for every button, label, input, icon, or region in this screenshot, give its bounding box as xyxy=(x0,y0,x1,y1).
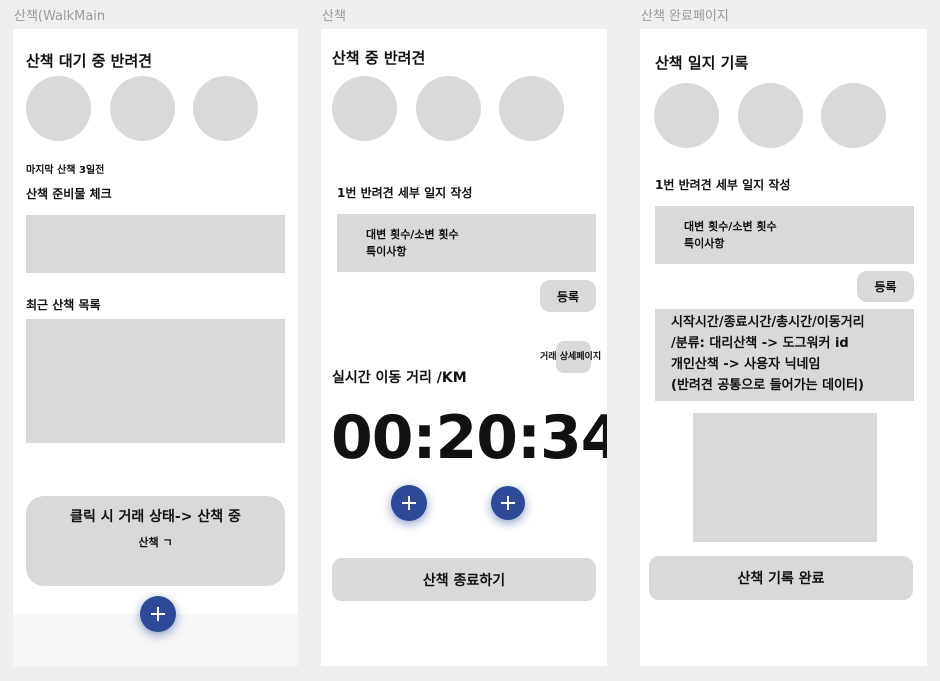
walk-timer: 00:20:34 xyxy=(331,403,607,473)
summary-line-3: 개인산책 -> 사용자 닉네임 xyxy=(671,357,821,372)
add-button-1[interactable] xyxy=(391,485,427,521)
dog-avatar-2[interactable] xyxy=(738,83,803,148)
plus-icon xyxy=(501,496,515,510)
summary-line-4: (반려견 공통으로 들어가는 데이터) xyxy=(671,378,864,393)
log-heading: 1번 반려견 세부 일지 작성 xyxy=(655,178,791,192)
dog-avatar-3[interactable] xyxy=(499,76,564,141)
walk-summary-box: 시작시간/종료시간/총시간/이동거리 /분류: 대리산책 -> 도그워커 id … xyxy=(655,309,914,401)
prep-check-box[interactable] xyxy=(26,215,285,273)
dog-avatar-2[interactable] xyxy=(110,76,175,141)
prep-check-heading: 산책 준비물 체크 xyxy=(26,187,112,201)
register-button[interactable]: 등록 xyxy=(857,271,914,302)
add-button-2[interactable] xyxy=(491,486,525,520)
dog-avatar-1[interactable] xyxy=(654,83,719,148)
page-title: 산책 일지 기록 xyxy=(655,54,749,72)
log-line-1: 대변 횟수/소변 횟수 xyxy=(684,220,777,233)
dog-avatar-1[interactable] xyxy=(332,76,397,141)
distance-label: 실시간 이동 거리 /KM xyxy=(332,370,467,386)
trade-detail-link[interactable]: 거래 상세페이지 xyxy=(540,349,601,362)
page-title: 산책 대기 중 반려견 xyxy=(26,52,153,70)
dog-avatar-3[interactable] xyxy=(821,83,886,148)
frame-label-walk-main: 산책(WalkMain xyxy=(14,9,106,24)
add-button[interactable] xyxy=(140,596,176,632)
start-walk-card-line2: 산책 ㄱ xyxy=(138,536,173,549)
log-line-2: 특이사항 xyxy=(366,245,407,258)
start-walk-card[interactable]: 클릭 시 거래 상태-> 산책 중 산책 ㄱ xyxy=(26,496,285,586)
plus-icon xyxy=(402,496,416,510)
start-walk-card-line1: 클릭 시 거래 상태-> 산책 중 xyxy=(70,509,241,525)
log-input-box[interactable]: 대변 횟수/소변 횟수 특이사항 xyxy=(655,206,914,264)
complete-record-button[interactable]: 산책 기록 완료 xyxy=(649,556,913,600)
summary-line-1: 시작시간/종료시간/총시간/이동거리 xyxy=(671,315,865,330)
log-line-1: 대변 횟수/소변 횟수 xyxy=(366,228,459,241)
log-line-2: 특이사항 xyxy=(684,237,725,250)
frame-walk-complete: 산책 일지 기록 1번 반려견 세부 일지 작성 대변 횟수/소변 횟수 특이사… xyxy=(640,29,927,666)
frame-walk-main: 산책 대기 중 반려견 마지막 산책 3일전 산책 준비물 체크 최근 산책 목… xyxy=(13,29,298,666)
frame-label-walk-complete: 산책 완료페이지 xyxy=(641,9,729,24)
frame-walk: 산책 중 반려견 1번 반려견 세부 일지 작성 대변 횟수/소변 횟수 특이사… xyxy=(321,29,607,666)
last-walk-text: 마지막 산책 3일전 xyxy=(26,165,105,176)
walk-map-image xyxy=(693,413,877,542)
log-heading: 1번 반려견 세부 일지 작성 xyxy=(337,186,473,200)
dog-avatar-3[interactable] xyxy=(193,76,258,141)
plus-icon xyxy=(151,607,165,621)
log-input-box[interactable]: 대변 횟수/소변 횟수 특이사항 xyxy=(337,214,596,272)
recent-walks-list[interactable] xyxy=(26,319,285,443)
page-title: 산책 중 반려견 xyxy=(332,49,426,67)
dog-avatar-1[interactable] xyxy=(26,76,91,141)
summary-line-2: /분류: 대리산책 -> 도그워커 id xyxy=(671,336,849,351)
frame-label-walk: 산책 xyxy=(322,9,346,24)
end-walk-button[interactable]: 산책 종료하기 xyxy=(332,558,596,601)
register-button[interactable]: 등록 xyxy=(540,280,596,312)
dog-avatar-2[interactable] xyxy=(416,76,481,141)
recent-walks-heading: 최근 산책 목록 xyxy=(26,298,101,312)
